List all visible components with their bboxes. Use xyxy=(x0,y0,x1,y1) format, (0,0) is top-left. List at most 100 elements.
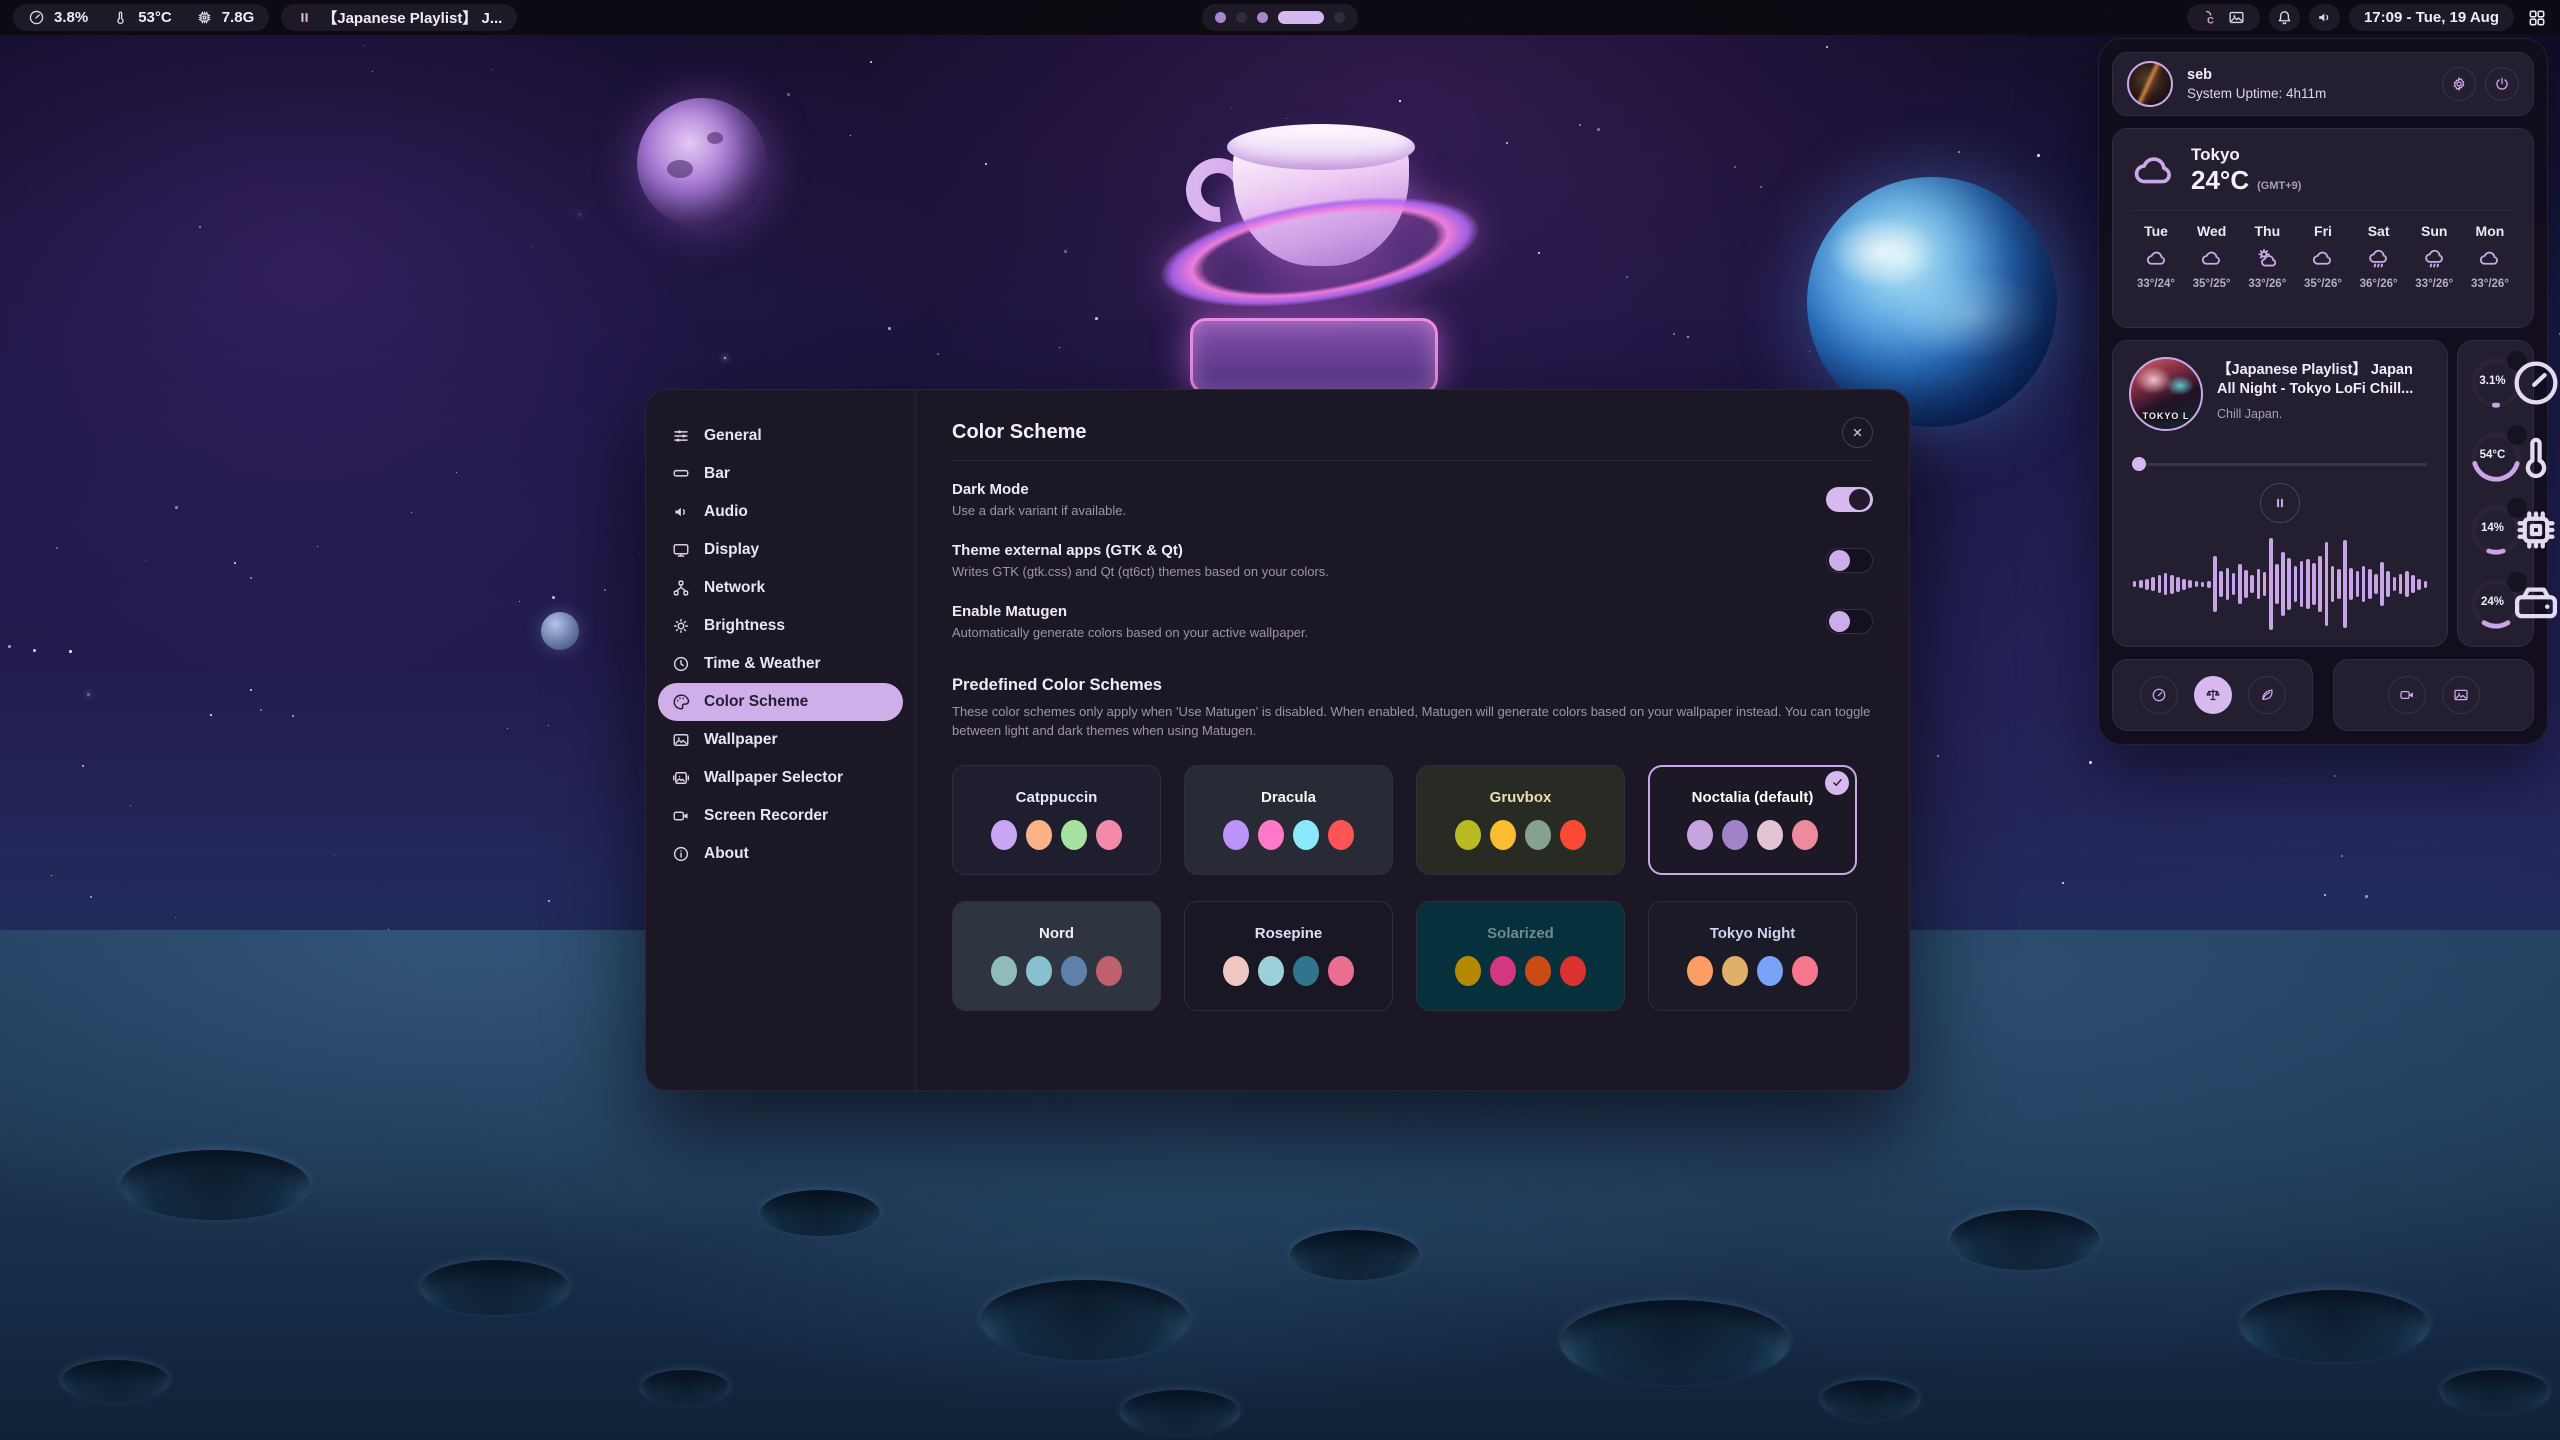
sidebar-item-about[interactable]: About xyxy=(658,835,903,873)
sidebar-item-wallpaper-selector[interactable]: Wallpaper Selector xyxy=(658,759,903,797)
wallpaper-icon[interactable] xyxy=(2228,9,2245,26)
weather-city: Tokyo xyxy=(2191,145,2301,165)
sidebar-item-bar[interactable]: Bar xyxy=(658,455,903,493)
cpu-temp-icon xyxy=(112,9,129,26)
disk-icon xyxy=(2511,576,2523,588)
bell-icon xyxy=(2276,9,2293,26)
switch-knob xyxy=(1829,611,1850,632)
setting-row-theme-external-apps-gtk-qt: Theme external apps (GTK & Qt) Writes GT… xyxy=(952,542,1873,579)
screen-recorder-button[interactable] xyxy=(2388,676,2426,714)
system-tray-pill: C xyxy=(2187,4,2260,31)
scheme-card-catppuccin[interactable]: Catppuccin xyxy=(952,765,1161,875)
power-button[interactable] xyxy=(2485,67,2519,101)
video-icon xyxy=(2399,687,2415,703)
clock-icon xyxy=(672,655,690,673)
gauge-value: 3.1% xyxy=(2467,375,2519,387)
top-bar: 3.8%53°C7.8G 【Japanese Playlist】 J... C … xyxy=(0,0,2560,35)
user-name: seb xyxy=(2187,67,2428,83)
scheme-card-solarized[interactable]: Solarized xyxy=(1416,901,1625,1011)
close-button[interactable] xyxy=(1842,417,1873,448)
gauge-value: 14% xyxy=(2467,522,2519,534)
workspace-3[interactable] xyxy=(1257,12,1268,23)
scheme-card-gruvbox[interactable]: Gruvbox xyxy=(1416,765,1625,875)
cpu-temp-value: 53°C xyxy=(138,9,172,26)
workspace-4-active[interactable] xyxy=(1278,11,1324,24)
scheme-palette xyxy=(991,820,1122,850)
performance-profile-button[interactable] xyxy=(2140,676,2178,714)
memory-gauge: 14% xyxy=(2467,498,2525,562)
schemes-section-desc: These color schemes only apply when 'Use… xyxy=(952,703,1873,741)
pause-button[interactable] xyxy=(2260,483,2300,523)
scheme-name: Nord xyxy=(1039,925,1074,942)
cloud-icon xyxy=(2131,148,2177,194)
volume-button[interactable] xyxy=(2309,4,2340,31)
sidebar-item-network[interactable]: Network xyxy=(658,569,903,607)
scheme-palette xyxy=(1687,820,1818,850)
seek-thumb[interactable] xyxy=(2132,457,2146,471)
toggle-switch[interactable] xyxy=(1826,609,1873,634)
weather-temp: 24°C xyxy=(2191,165,2249,196)
scheme-card-dracula[interactable]: Dracula xyxy=(1184,765,1393,875)
seek-bar[interactable] xyxy=(2129,457,2431,471)
cpu-usage-icon xyxy=(28,9,45,26)
workspace-5[interactable] xyxy=(1334,12,1345,23)
system-uptime: System Uptime: 4h11m xyxy=(2187,86,2428,101)
setting-label: Theme external apps (GTK & Qt) xyxy=(952,542,1329,559)
weekly-forecast: Tue 33°/24° Wed 35°/25° Thu 33°/26° Fri … xyxy=(2131,223,2515,290)
palette-icon xyxy=(672,693,690,711)
scheme-card-noctalia-default[interactable]: Noctalia (default) xyxy=(1648,765,1857,875)
scheme-card-tokyo-night[interactable]: Tokyo Night xyxy=(1648,901,1857,1011)
phone-c-icon[interactable]: C xyxy=(2202,9,2219,26)
workspace-1[interactable] xyxy=(1215,12,1226,23)
gear-button[interactable] xyxy=(2442,67,2476,101)
system-stats-pill[interactable]: 3.8%53°C7.8G xyxy=(13,4,269,31)
scheme-name: Solarized xyxy=(1487,925,1554,942)
media-player-card: TOKYO L 【Japanese Playlist】 Japan All Ni… xyxy=(2112,340,2448,647)
media-pill[interactable]: 【Japanese Playlist】 J... xyxy=(281,4,517,31)
apps-grid-icon[interactable] xyxy=(2527,8,2547,28)
sidebar-item-wallpaper[interactable]: Wallpaper xyxy=(658,721,903,759)
toggle-switch[interactable] xyxy=(1826,487,1873,512)
day-label: Tue xyxy=(2144,223,2168,239)
forecast-sun: Sun 33°/26° xyxy=(2409,223,2459,290)
scheme-card-nord[interactable]: Nord xyxy=(952,901,1161,1011)
cpu-gauge: 3.1% xyxy=(2467,351,2525,415)
day-label: Sun xyxy=(2421,223,2447,239)
workspace-2[interactable] xyxy=(1236,12,1247,23)
bell-button[interactable] xyxy=(2269,4,2300,31)
clock[interactable]: 17:09 - Tue, 19 Aug xyxy=(2349,4,2514,31)
toggle-switch[interactable] xyxy=(1826,548,1873,573)
rain-icon xyxy=(2367,247,2390,270)
scheme-name: Catppuccin xyxy=(1016,789,1098,806)
page-title: Color Scheme xyxy=(952,421,1086,444)
user-card: seb System Uptime: 4h11m xyxy=(2112,52,2534,116)
forecast-sat: Sat 36°/26° xyxy=(2354,223,2404,290)
sidebar-item-brightness[interactable]: Brightness xyxy=(658,607,903,645)
scheme-name: Noctalia (default) xyxy=(1692,789,1814,806)
wallpaper-icon xyxy=(672,731,690,749)
switch-knob xyxy=(1849,489,1870,510)
setting-row-dark-mode: Dark Mode Use a dark variant if availabl… xyxy=(952,481,1873,518)
sidebar-item-screen-recorder[interactable]: Screen Recorder xyxy=(658,797,903,835)
sidebar-item-time-weather[interactable]: Time & Weather xyxy=(658,645,903,683)
scheme-name: Gruvbox xyxy=(1490,789,1552,806)
wallpaper-button[interactable] xyxy=(2442,676,2480,714)
small-moon xyxy=(541,612,579,650)
gauge-value: 54°C xyxy=(2467,449,2519,461)
avatar[interactable] xyxy=(2127,61,2173,107)
sidebar-item-color-scheme[interactable]: Color Scheme xyxy=(658,683,903,721)
scheme-palette xyxy=(1455,820,1586,850)
powersave-profile-button[interactable] xyxy=(2248,676,2286,714)
sidebar-item-display[interactable]: Display xyxy=(658,531,903,569)
control-panel: seb System Uptime: 4h11m Tokyo 24°C (GMT… xyxy=(2098,38,2548,745)
sidebar-item-audio[interactable]: Audio xyxy=(658,493,903,531)
divider xyxy=(952,460,1873,461)
power-icon xyxy=(2494,76,2510,92)
balanced-profile-button[interactable] xyxy=(2194,676,2232,714)
scheme-grid: Catppuccin Dracula Gruvbox Noctalia (def… xyxy=(952,765,1873,1011)
cloud-icon xyxy=(2311,247,2334,270)
power-profiles-card xyxy=(2112,659,2313,731)
sidebar-item-general[interactable]: General xyxy=(658,417,903,455)
scheme-card-rosepine[interactable]: Rosepine xyxy=(1184,901,1393,1011)
day-label: Wed xyxy=(2197,223,2226,239)
